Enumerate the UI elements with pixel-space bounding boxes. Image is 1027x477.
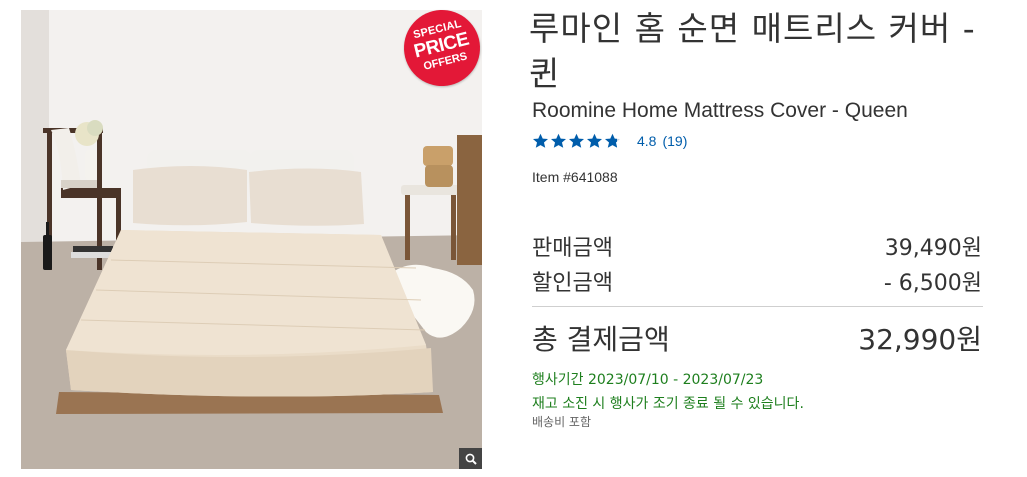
zoom-button[interactable]	[459, 448, 482, 469]
sale-price-row: 판매금액 39,490원	[532, 230, 982, 262]
review-count-link[interactable]: (19)	[662, 133, 687, 149]
promo-period: 행사기간 2023/07/10 - 2023/07/23	[532, 372, 764, 388]
price-divider	[532, 306, 983, 307]
promo-notice: 재고 소진 시 행사가 조기 종료 될 수 있습니다.	[532, 396, 804, 412]
star-rating	[532, 133, 622, 149]
total-price-value: 32,990원	[858, 323, 982, 356]
rating-value[interactable]: 4.8	[637, 133, 656, 149]
star-icon	[604, 133, 621, 148]
rating-summary[interactable]: 4.8 (19)	[532, 133, 687, 149]
item-number: Item #641088	[532, 169, 618, 185]
star-icon	[586, 133, 603, 148]
star-icon	[568, 133, 585, 148]
magnifier-icon	[465, 453, 477, 465]
sale-price-label: 판매금액	[532, 236, 613, 261]
total-price-label: 총 결제금액	[532, 323, 670, 356]
discount-row: 할인금액 - 6,500원	[532, 265, 982, 297]
sale-price-value: 39,490원	[884, 236, 982, 261]
product-image[interactable]	[21, 10, 482, 469]
total-price-row: 총 결제금액 32,990원	[532, 318, 982, 358]
star-icon	[550, 133, 567, 148]
shipping-info: 배송비 포함	[532, 415, 592, 429]
product-title-korean: 루마인 홈 순면 매트리스 커버 - 퀸	[529, 9, 976, 93]
discount-value: - 6,500원	[883, 271, 982, 296]
product-title-english: Roomine Home Mattress Cover - Queen	[532, 99, 908, 122]
star-icon	[532, 133, 549, 148]
discount-label: 할인금액	[532, 271, 613, 296]
